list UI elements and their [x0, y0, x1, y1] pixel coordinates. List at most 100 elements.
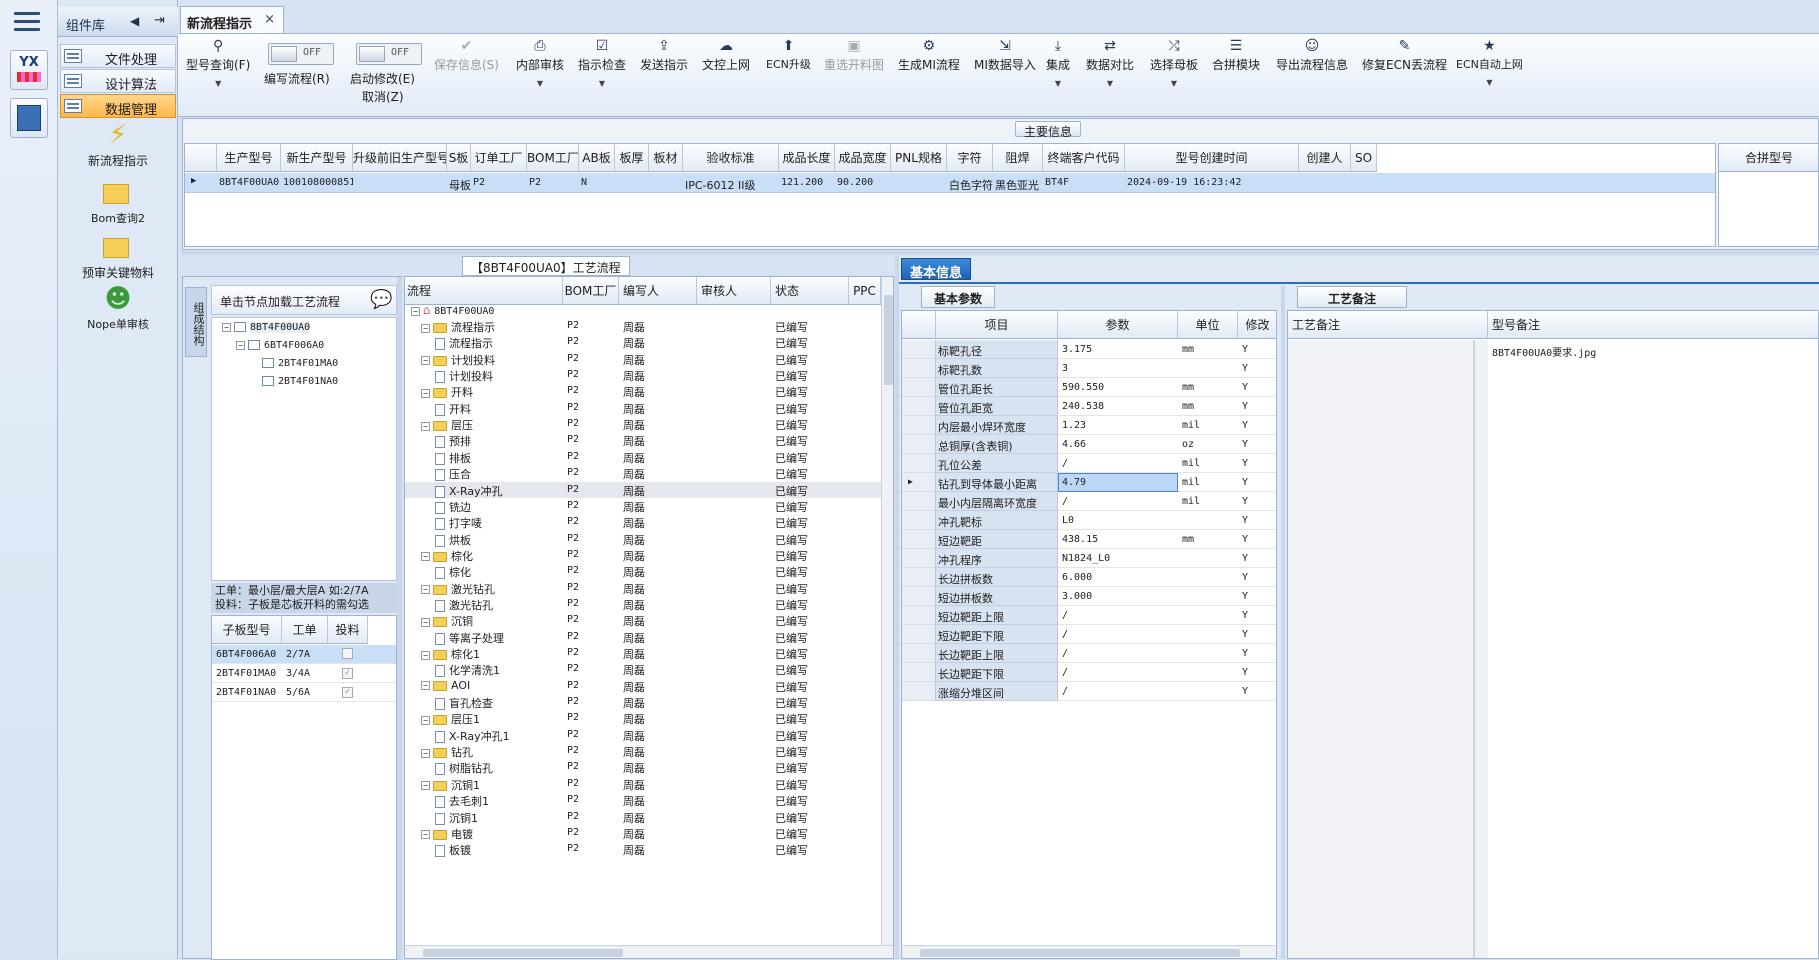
- param-value-cell[interactable]: 240.538: [1062, 401, 1104, 412]
- param-value-cell[interactable]: /: [1062, 667, 1068, 678]
- row-header[interactable]: [902, 568, 936, 587]
- menu-icon[interactable]: [14, 12, 40, 32]
- check-instruction-button[interactable]: ☑ 指示检查 ▼: [578, 38, 626, 88]
- row-header[interactable]: [902, 663, 936, 682]
- param-value-cell[interactable]: /: [1062, 629, 1068, 640]
- flow-node[interactable]: − 流程指示: [421, 319, 495, 335]
- flow-node[interactable]: 烘板: [435, 532, 471, 548]
- table-cell[interactable]: IPC-6012 II级: [685, 177, 779, 193]
- close-icon[interactable]: ×: [264, 12, 275, 27]
- flow-node[interactable]: − 激光钻孔: [421, 581, 495, 597]
- flow-node[interactable]: − 层压: [421, 417, 473, 433]
- row-header[interactable]: [902, 435, 936, 454]
- tool-prereview[interactable]: 预审关键物料: [58, 232, 178, 281]
- pin-icon[interactable]: ⇥: [154, 13, 165, 28]
- param-value-cell[interactable]: N1824_L0: [1062, 553, 1110, 564]
- flow-node[interactable]: 预排: [435, 433, 471, 449]
- table-cell[interactable]: BT4F: [1045, 177, 1125, 188]
- tab-new-flow[interactable]: 新流程指示 ×: [180, 6, 284, 34]
- row-header[interactable]: [902, 530, 936, 549]
- flow-node[interactable]: 盲孔检查: [435, 695, 493, 711]
- flow-node[interactable]: 去毛刺1: [435, 793, 489, 809]
- row-header[interactable]: [902, 416, 936, 435]
- param-value-cell[interactable]: /: [1062, 648, 1068, 659]
- tree-node-root[interactable]: −8BT4F00UA0: [222, 322, 311, 333]
- ecn-upgrade-button[interactable]: ⬆ ECN升级: [766, 38, 811, 72]
- flow-node[interactable]: 压合: [435, 466, 471, 482]
- row-header[interactable]: [902, 378, 936, 397]
- merge-module-button[interactable]: ☰ 合拼模块: [1212, 38, 1260, 73]
- horizontal-scrollbar[interactable]: [405, 945, 893, 958]
- table-cell[interactable]: 8BT4F00UA0: [219, 177, 281, 188]
- palette-item-design[interactable]: 设计算法: [60, 69, 176, 93]
- param-value-cell[interactable]: L0: [1062, 515, 1074, 526]
- flow-node[interactable]: − 层压1: [421, 711, 480, 727]
- table-cell[interactable]: P2: [473, 177, 527, 188]
- param-value-cell[interactable]: 6.000: [1062, 572, 1092, 583]
- tab-basic-params[interactable]: 基本参数: [921, 286, 996, 308]
- horizontal-splitter[interactable]: [182, 251, 1819, 255]
- ecn-auto-button[interactable]: ★ ECN自动上网 ▼: [1456, 38, 1523, 87]
- param-value-cell[interactable]: /: [1062, 496, 1068, 507]
- flow-node[interactable]: 等离子处理: [435, 630, 504, 646]
- table-cell[interactable]: N: [581, 177, 615, 188]
- flow-node[interactable]: X-Ray冲孔1: [435, 728, 510, 744]
- tab-process-remarks[interactable]: 工艺备注: [1297, 286, 1408, 308]
- flow-node[interactable]: − 开料: [421, 384, 473, 400]
- flow-node[interactable]: − 电镀: [421, 826, 473, 842]
- internal-review-button[interactable]: ⎙ 内部审核 ▼: [516, 38, 564, 88]
- palette-item-data[interactable]: 数据管理: [60, 94, 176, 118]
- vertical-splitter[interactable]: [397, 277, 402, 960]
- row-header[interactable]: [902, 359, 936, 378]
- calculator-app-icon[interactable]: [10, 98, 48, 138]
- param-value-cell[interactable]: /: [1062, 610, 1068, 621]
- row-header[interactable]: [902, 340, 936, 359]
- vertical-scrollbar[interactable]: [881, 277, 893, 945]
- feed-checkbox[interactable]: ✓: [342, 667, 353, 679]
- flow-node[interactable]: 流程指示: [435, 335, 493, 351]
- data-compare-button[interactable]: ⇄ 数据对比 ▼: [1086, 38, 1134, 88]
- flow-node[interactable]: − 钻孔: [421, 744, 473, 760]
- row-header[interactable]: [902, 682, 936, 701]
- param-value-cell[interactable]: 4.66: [1062, 439, 1086, 450]
- table-cell[interactable]: 10010800085196: [283, 177, 353, 188]
- flow-node[interactable]: 打字唛: [435, 515, 482, 531]
- model-remark-text[interactable]: 8BT4F00UA0要求.jpg: [1492, 344, 1596, 359]
- flow-node[interactable]: 棕化: [435, 564, 471, 580]
- start-modify-toggle[interactable]: OFF: [356, 43, 422, 65]
- param-value-cell[interactable]: /: [1062, 686, 1068, 697]
- flow-node[interactable]: 排板: [435, 450, 471, 466]
- flow-node[interactable]: − 计划投料: [421, 352, 495, 368]
- table-cell[interactable]: 母板: [449, 177, 471, 193]
- mi-import-button[interactable]: ⇲ MI数据导入: [974, 38, 1036, 73]
- flow-node[interactable]: 激光钻孔: [435, 597, 493, 613]
- tab-basic-info[interactable]: 基本信息: [901, 258, 972, 281]
- flow-node[interactable]: 铣边: [435, 499, 471, 515]
- row-header[interactable]: [902, 587, 936, 606]
- reselect-layout-button[interactable]: ▣ 重选开料图: [824, 38, 884, 73]
- flow-node[interactable]: 开料: [435, 401, 471, 417]
- save-info-button[interactable]: ✔ 保存信息(S): [434, 38, 499, 73]
- param-value-cell[interactable]: 3: [1062, 363, 1068, 374]
- flow-node[interactable]: − 棕化: [421, 548, 473, 564]
- param-value-cell[interactable]: 590.550: [1062, 382, 1104, 393]
- param-value-cell[interactable]: 438.15: [1062, 534, 1098, 545]
- structure-vertical-tab[interactable]: 组成结构: [185, 287, 207, 357]
- flow-node[interactable]: 树脂钻孔: [435, 760, 493, 776]
- table-cell[interactable]: 121.200: [781, 177, 835, 188]
- param-value-cell[interactable]: 3.000: [1062, 591, 1092, 602]
- vertical-splitter[interactable]: [1281, 286, 1285, 959]
- vertical-scrollbar[interactable]: [1474, 340, 1488, 958]
- send-instruction-button[interactable]: ⇪ 发送指示: [640, 38, 688, 73]
- flow-node[interactable]: X-Ray冲孔: [435, 483, 503, 499]
- row-header[interactable]: [902, 625, 936, 644]
- tree-node[interactable]: 2BT4F01NA0: [262, 376, 338, 387]
- row-header[interactable]: [902, 511, 936, 530]
- tree-node[interactable]: 2BT4F01MA0: [262, 358, 338, 369]
- table-cell[interactable]: 90.200: [837, 177, 891, 188]
- select-mother-button[interactable]: ⤮ 选择母板 ▼: [1150, 38, 1198, 88]
- palette-item-file[interactable]: 文件处理: [60, 44, 176, 68]
- table-cell[interactable]: 白色字符: [949, 177, 993, 193]
- param-value-cell[interactable]: /: [1062, 458, 1068, 469]
- table-cell[interactable]: 2024-09-19 16:23:42: [1127, 177, 1299, 188]
